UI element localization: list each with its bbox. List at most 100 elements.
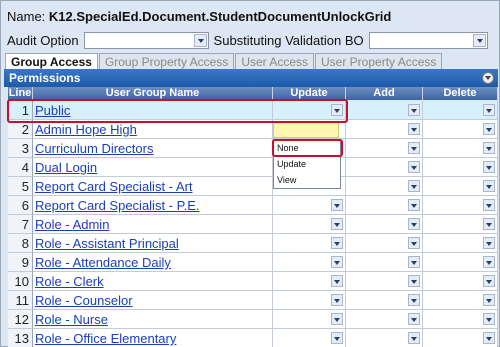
tab-user-property-access[interactable]: User Property Access bbox=[315, 53, 443, 69]
group-link[interactable]: Curriculum Directors bbox=[33, 139, 273, 158]
chevron-down-icon[interactable] bbox=[408, 332, 420, 344]
col-delete[interactable]: Delete bbox=[423, 87, 498, 100]
chevron-down-icon[interactable] bbox=[483, 294, 495, 306]
table-row[interactable]: 11 Role - Counselor bbox=[8, 291, 498, 310]
tab-user-access[interactable]: User Access bbox=[235, 53, 314, 69]
group-link[interactable]: Role - Office Elementary bbox=[33, 329, 273, 347]
subst-validation-select[interactable] bbox=[368, 31, 488, 49]
table-row[interactable]: 13 Role - Office Elementary bbox=[8, 329, 498, 347]
chevron-down-icon[interactable] bbox=[331, 275, 343, 287]
chevron-down-icon[interactable] bbox=[408, 199, 420, 211]
delete-select[interactable] bbox=[423, 139, 498, 158]
group-link[interactable]: Role - Nurse bbox=[33, 310, 273, 329]
col-add[interactable]: Add bbox=[346, 87, 423, 100]
delete-select[interactable] bbox=[423, 177, 498, 196]
delete-select[interactable] bbox=[423, 272, 498, 291]
delete-select[interactable] bbox=[423, 310, 498, 329]
add-select[interactable] bbox=[346, 177, 423, 196]
delete-select[interactable] bbox=[423, 158, 498, 177]
audit-option-select[interactable] bbox=[83, 31, 209, 49]
chevron-down-icon[interactable] bbox=[483, 142, 495, 154]
group-link[interactable]: Role - Admin bbox=[33, 215, 273, 234]
group-link[interactable]: Role - Assistant Principal bbox=[33, 234, 273, 253]
update-cell-editing[interactable] bbox=[273, 122, 339, 138]
chevron-down-icon[interactable] bbox=[408, 142, 420, 154]
group-link[interactable]: Role - Clerk bbox=[33, 272, 273, 291]
add-select[interactable] bbox=[346, 234, 423, 253]
chevron-down-icon[interactable] bbox=[483, 104, 495, 116]
tab-group-property-access[interactable]: Group Property Access bbox=[98, 53, 235, 69]
update-select[interactable] bbox=[273, 291, 346, 310]
chevron-down-icon[interactable] bbox=[331, 237, 343, 249]
add-select[interactable] bbox=[346, 291, 423, 310]
delete-select[interactable] bbox=[423, 253, 498, 272]
chevron-down-icon[interactable] bbox=[483, 180, 495, 192]
chevron-down-icon[interactable] bbox=[408, 275, 420, 287]
add-select[interactable] bbox=[346, 101, 423, 120]
table-row[interactable]: 7 Role - Admin bbox=[8, 215, 498, 234]
chevron-down-icon[interactable] bbox=[483, 237, 495, 249]
chevron-down-icon[interactable] bbox=[408, 313, 420, 325]
dropdown-option-view[interactable]: View bbox=[274, 172, 340, 188]
add-select[interactable] bbox=[346, 158, 423, 177]
collapse-icon[interactable] bbox=[482, 72, 494, 84]
chevron-down-icon[interactable] bbox=[408, 256, 420, 268]
group-link[interactable]: Dual Login bbox=[33, 158, 273, 177]
update-select[interactable] bbox=[273, 272, 346, 291]
delete-select[interactable] bbox=[423, 329, 498, 347]
chevron-down-icon[interactable] bbox=[331, 199, 343, 211]
chevron-down-icon[interactable] bbox=[408, 218, 420, 230]
dropdown-option-update[interactable]: Update bbox=[274, 156, 340, 172]
add-select[interactable] bbox=[346, 329, 423, 347]
chevron-down-icon[interactable] bbox=[483, 199, 495, 211]
group-link[interactable]: Report Card Specialist - Art bbox=[33, 177, 273, 196]
delete-select[interactable] bbox=[423, 215, 498, 234]
delete-select[interactable] bbox=[423, 120, 498, 139]
chevron-down-icon[interactable] bbox=[331, 256, 343, 268]
chevron-down-icon[interactable] bbox=[483, 256, 495, 268]
chevron-down-icon[interactable] bbox=[408, 294, 420, 306]
chevron-down-icon[interactable] bbox=[483, 332, 495, 344]
group-link[interactable]: Report Card Specialist - P.E. bbox=[33, 196, 273, 215]
add-select[interactable] bbox=[346, 272, 423, 291]
update-select[interactable] bbox=[273, 196, 346, 215]
add-select[interactable] bbox=[346, 310, 423, 329]
add-select[interactable] bbox=[346, 120, 423, 139]
update-select[interactable] bbox=[273, 215, 346, 234]
table-row[interactable]: 9 Role - Attendance Daily bbox=[8, 253, 498, 272]
add-select[interactable] bbox=[346, 253, 423, 272]
add-select[interactable] bbox=[346, 196, 423, 215]
table-row[interactable]: 10 Role - Clerk bbox=[8, 272, 498, 291]
chevron-down-icon[interactable] bbox=[408, 161, 420, 173]
table-row[interactable]: 6 Report Card Specialist - P.E. bbox=[8, 196, 498, 215]
chevron-down-icon[interactable] bbox=[331, 218, 343, 230]
delete-select[interactable] bbox=[423, 291, 498, 310]
chevron-down-icon[interactable] bbox=[331, 294, 343, 306]
add-select[interactable] bbox=[346, 139, 423, 158]
table-row[interactable]: 4 Dual Login bbox=[8, 158, 498, 177]
table-row[interactable]: 12 Role - Nurse bbox=[8, 310, 498, 329]
chevron-down-icon[interactable] bbox=[331, 313, 343, 325]
table-row[interactable]: 8 Role - Assistant Principal bbox=[8, 234, 498, 253]
group-link[interactable]: Role - Counselor bbox=[33, 291, 273, 310]
add-select[interactable] bbox=[346, 215, 423, 234]
chevron-down-icon[interactable] bbox=[483, 161, 495, 173]
table-row[interactable]: 3 Curriculum Directors bbox=[8, 139, 498, 158]
chevron-down-icon[interactable] bbox=[408, 180, 420, 192]
update-select[interactable] bbox=[273, 310, 346, 329]
chevron-down-icon[interactable] bbox=[483, 123, 495, 135]
delete-select[interactable] bbox=[423, 196, 498, 215]
table-row[interactable]: 5 Report Card Specialist - Art bbox=[8, 177, 498, 196]
chevron-down-icon[interactable] bbox=[408, 104, 420, 116]
update-select[interactable] bbox=[273, 234, 346, 253]
chevron-down-icon[interactable] bbox=[483, 275, 495, 287]
delete-select[interactable] bbox=[423, 101, 498, 120]
update-select[interactable] bbox=[273, 329, 346, 347]
tab-group-access[interactable]: Group Access bbox=[5, 53, 98, 70]
group-link[interactable]: Role - Attendance Daily bbox=[33, 253, 273, 272]
chevron-down-icon[interactable] bbox=[408, 237, 420, 249]
update-select[interactable] bbox=[273, 253, 346, 272]
chevron-down-icon[interactable] bbox=[483, 313, 495, 325]
chevron-down-icon[interactable] bbox=[193, 33, 207, 47]
chevron-down-icon[interactable] bbox=[472, 33, 486, 47]
